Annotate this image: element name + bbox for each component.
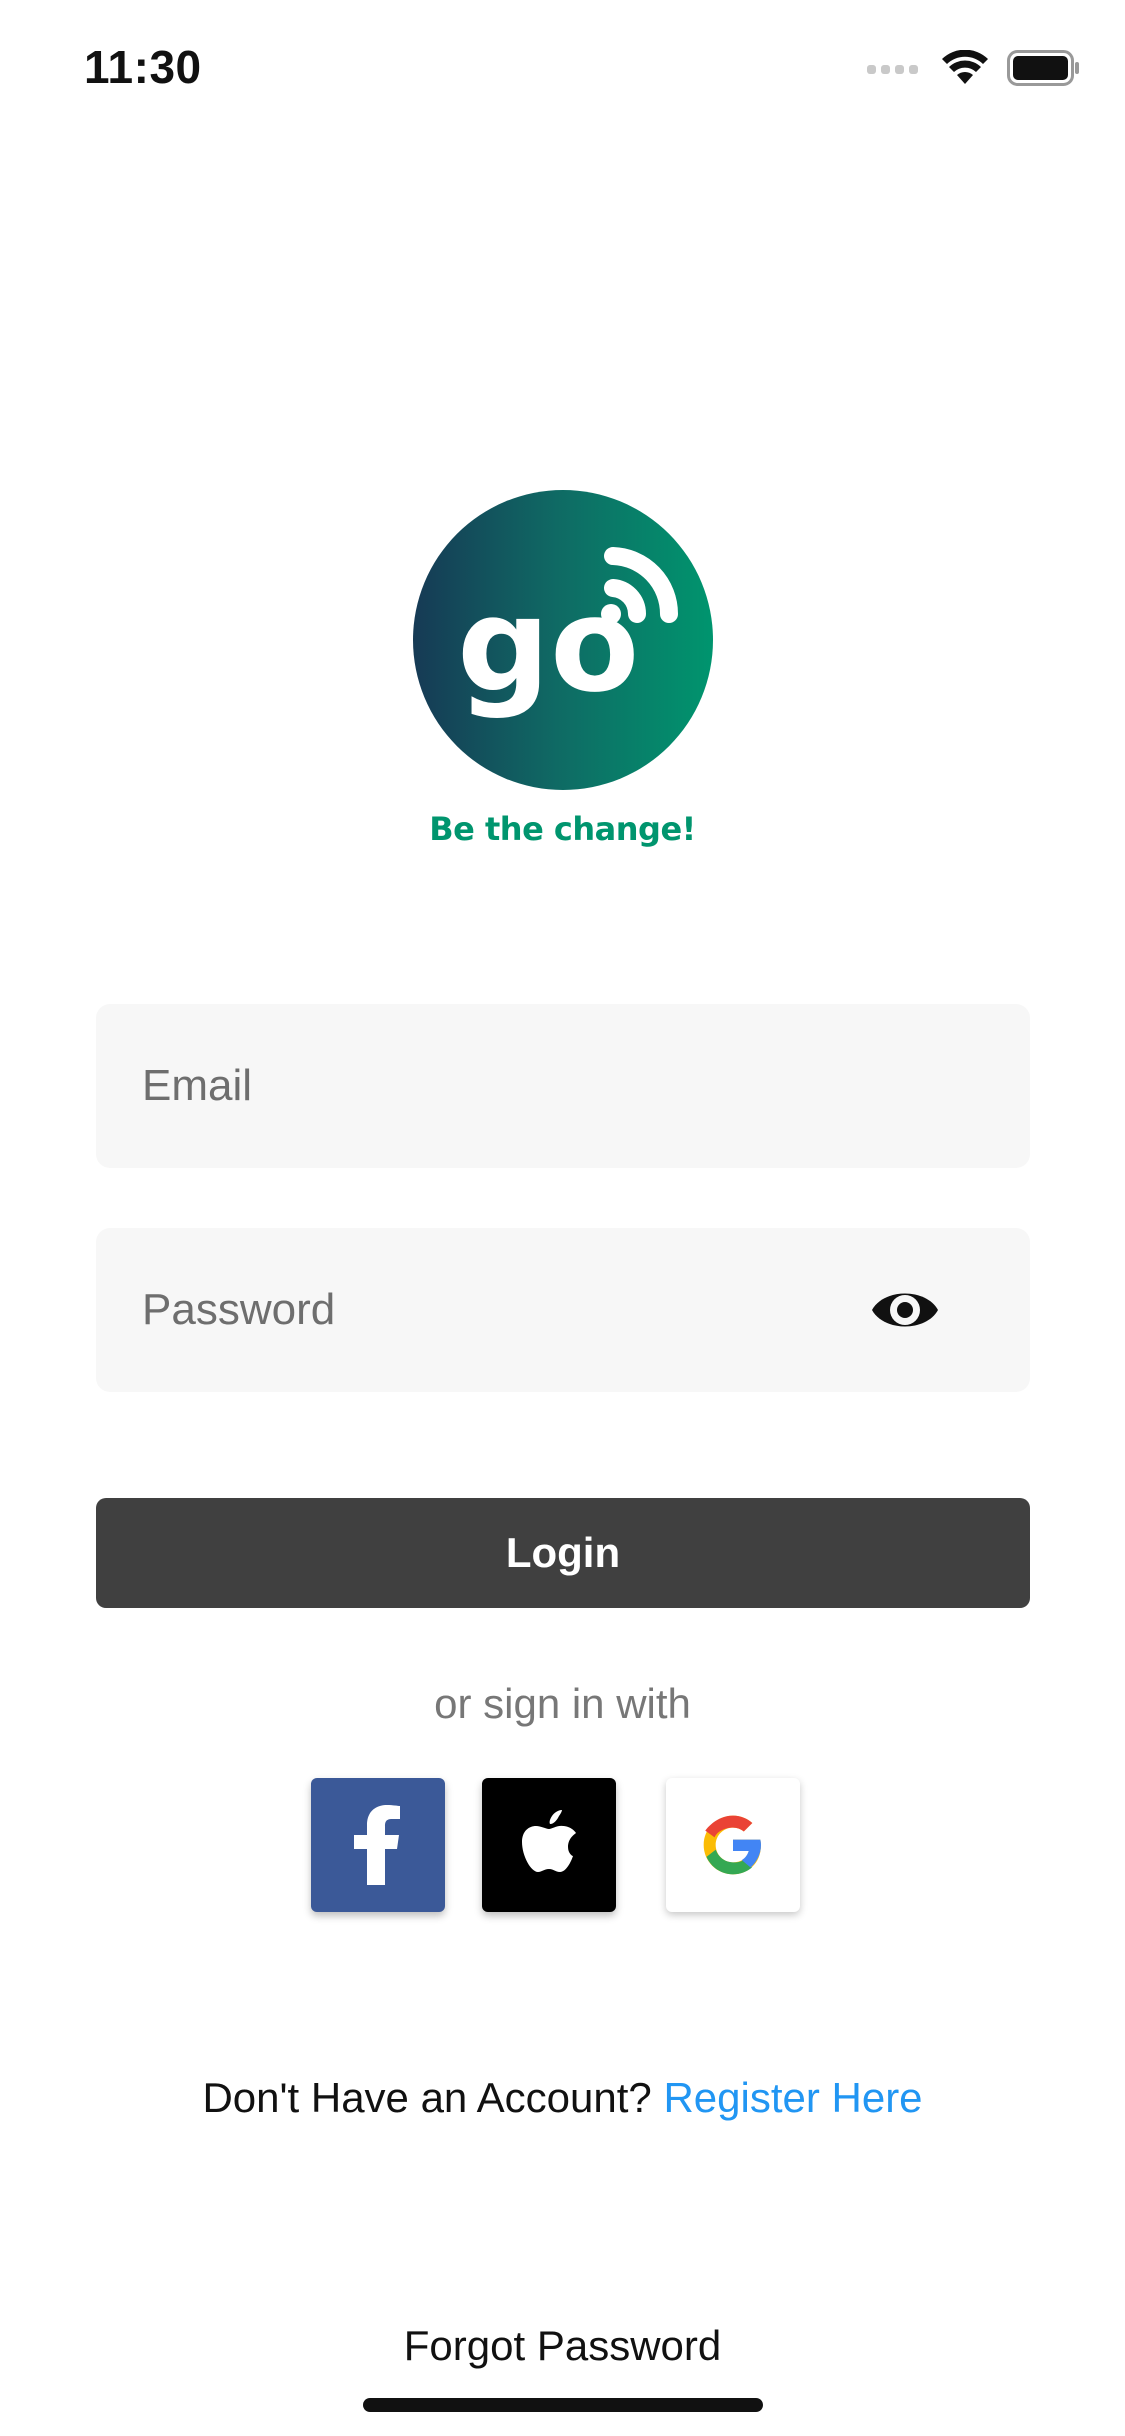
logo-tagline: Be the change!: [429, 810, 696, 848]
go-logo-mark: go: [412, 490, 713, 790]
login-button[interactable]: Login: [96, 1498, 1030, 1608]
google-button[interactable]: [666, 1778, 800, 1912]
password-field-wrapper: [96, 1228, 1030, 1392]
home-indicator: [363, 2398, 763, 2412]
forgot-password-link[interactable]: Forgot Password: [0, 2322, 1125, 2370]
battery-icon: [1007, 50, 1079, 86]
facebook-icon: [354, 1805, 400, 1885]
register-row: Don't Have an Account? Register Here: [0, 2074, 1125, 2122]
register-link[interactable]: Register Here: [663, 2074, 922, 2121]
google-icon: [703, 1815, 761, 1875]
status-time: 11:30: [84, 41, 202, 93]
apple-icon: [522, 1810, 576, 1872]
email-field[interactable]: [96, 1004, 1030, 1168]
facebook-button[interactable]: [311, 1778, 445, 1912]
eye-icon[interactable]: [870, 1280, 940, 1340]
logo: go Be the change!: [0, 490, 1125, 848]
signal-icon: [867, 65, 918, 74]
sign-in-divider-text: or sign in with: [434, 1680, 691, 1727]
apple-button[interactable]: [482, 1778, 616, 1912]
wifi-icon: [942, 50, 988, 84]
status-bar: 11:30: [0, 0, 1125, 140]
register-prompt: Don't Have an Account?: [202, 2074, 652, 2121]
status-icons: [867, 48, 1081, 88]
